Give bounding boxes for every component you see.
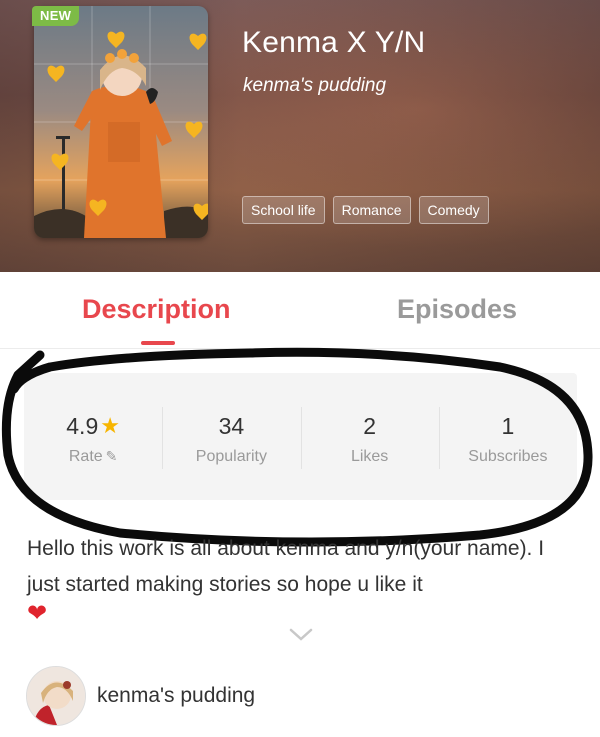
tag-romance[interactable]: Romance (332, 196, 411, 224)
likes-value: 2 (363, 413, 377, 439)
stats-panel: 4.9★ Rate ✎ 34 Popularity 2 Likes 1 Subsc… (24, 373, 577, 500)
tag-comedy[interactable]: Comedy (418, 196, 489, 224)
tab-episodes[interactable]: Episodes (397, 294, 517, 325)
new-badge: NEW (32, 6, 80, 26)
chevron-down-icon[interactable] (289, 628, 313, 647)
author-row[interactable]: kenma's pudding (26, 666, 586, 726)
stat-rate[interactable]: 4.9★ Rate ✎ (24, 373, 162, 500)
stat-popularity: 34 Popularity (162, 373, 300, 500)
star-icon: ★ (100, 413, 120, 438)
likes-label: Likes (350, 448, 389, 465)
avatar[interactable] (26, 666, 86, 726)
tag-list: School life Romance Comedy (242, 196, 489, 224)
subscribes-label: Subscribes (468, 448, 548, 465)
story-title: Kenma X Y/N (242, 26, 426, 59)
rate-label-row: Rate ✎ (24, 448, 162, 466)
stat-likes: 2 Likes (300, 373, 439, 500)
tab-bar: Description Episodes (0, 272, 600, 349)
tag-school-life[interactable]: School life (242, 196, 325, 224)
rate-value: 4.9 (66, 413, 99, 439)
story-author[interactable]: kenma's pudding (243, 75, 386, 97)
popularity-value: 34 (218, 413, 245, 439)
popularity-label: Popularity (195, 448, 267, 465)
heart-icon: ❤ (27, 600, 48, 627)
subscribes-value: 1 (501, 413, 515, 439)
stat-subscribes: 1 Subscribes (438, 373, 577, 500)
pencil-icon[interactable]: ✎ (106, 448, 118, 464)
rate-label: Rate (68, 448, 103, 465)
active-tab-indicator (141, 341, 175, 345)
story-description: Hello this work is all about kenma and y… (27, 537, 545, 596)
author-name[interactable]: kenma's pudding (97, 684, 255, 708)
tab-description[interactable]: Description (82, 294, 231, 325)
rate-value-row: 4.9★ (24, 413, 162, 440)
cover-image[interactable] (34, 6, 208, 238)
story-header: NEW Kenma X Y/N kenma's pudding School l… (0, 0, 600, 272)
